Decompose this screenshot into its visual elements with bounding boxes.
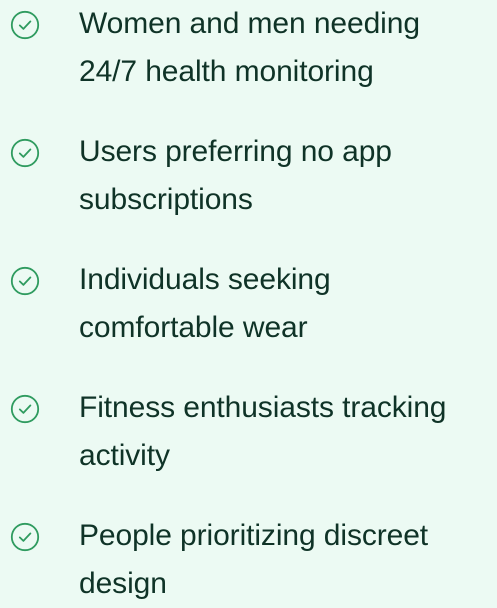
check-circle-icon bbox=[10, 522, 40, 552]
list-item: Women and men needing 24/7 health monito… bbox=[0, 0, 497, 90]
check-circle-icon bbox=[10, 394, 40, 424]
list-item-label: Women and men needing 24/7 health monito… bbox=[79, 7, 420, 88]
list-item-label: Fitness enthusiasts tracking activity bbox=[79, 391, 447, 472]
list-item: Users preferring no app subscriptions bbox=[0, 128, 497, 218]
list-item-label: Users preferring no app subscriptions bbox=[79, 135, 392, 216]
list-item: Individuals seeking comfortable wear bbox=[0, 256, 497, 346]
list-item: People prioritizing discreet design bbox=[0, 512, 497, 602]
check-circle-icon bbox=[10, 138, 40, 168]
list-item-label: People prioritizing discreet design bbox=[79, 519, 429, 600]
feature-list: Women and men needing 24/7 health monito… bbox=[0, 0, 497, 603]
list-item: Fitness enthusiasts tracking activity bbox=[0, 384, 497, 474]
check-circle-icon bbox=[10, 266, 40, 296]
list-item-label: Individuals seeking comfortable wear bbox=[79, 263, 331, 344]
check-circle-icon bbox=[10, 10, 40, 40]
